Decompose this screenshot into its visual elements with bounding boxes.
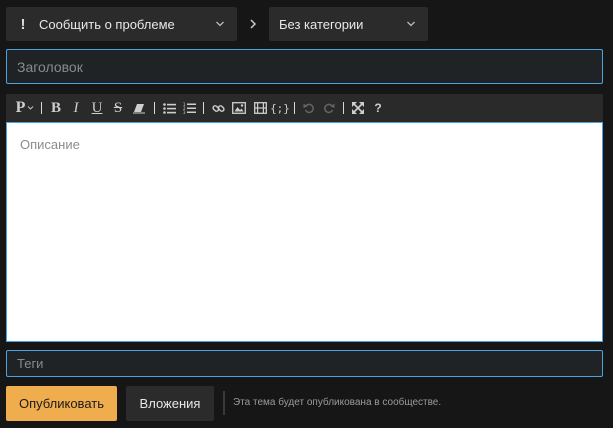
paragraph-format-button[interactable]: P — [13, 98, 37, 118]
clear-format-button[interactable] — [128, 98, 150, 118]
toolbar-separator — [203, 102, 204, 114]
insert-media-button[interactable] — [250, 98, 270, 118]
category-bar: ! Сообщить о проблеме Без категории — [6, 7, 606, 41]
help-label: ? — [374, 101, 382, 115]
editor-toolbar: P B I U S 1 2 3 {;} ? — [6, 94, 603, 122]
redo-button[interactable] — [319, 98, 339, 118]
title-input[interactable] — [6, 49, 603, 84]
attachments-button[interactable]: Вложения — [126, 386, 214, 421]
code-block-button[interactable]: {;} — [270, 98, 290, 118]
description-placeholder: Описание — [20, 137, 80, 152]
footer-divider — [223, 391, 225, 415]
subcategory-dropdown[interactable]: Без категории — [269, 7, 428, 41]
category-dropdown[interactable]: ! Сообщить о проблеме — [6, 7, 237, 41]
toolbar-separator — [343, 102, 344, 114]
strikethrough-button[interactable]: S — [108, 98, 128, 118]
italic-label: I — [73, 99, 79, 116]
undo-icon — [303, 103, 314, 114]
chevron-down-icon — [216, 21, 224, 27]
bullet-list-icon — [162, 102, 176, 114]
chevron-right-icon — [250, 19, 257, 29]
toolbar-separator — [41, 102, 42, 114]
description-editor[interactable]: Описание — [6, 122, 603, 342]
insert-link-button[interactable] — [208, 98, 228, 118]
bullet-list-button[interactable] — [159, 98, 179, 118]
underline-button[interactable]: U — [86, 98, 108, 118]
chevron-down-icon — [407, 21, 415, 27]
numbered-list-button[interactable]: 1 2 3 — [179, 98, 199, 118]
undo-button[interactable] — [299, 98, 319, 118]
help-button[interactable]: ? — [368, 98, 388, 118]
toolbar-separator — [294, 102, 295, 114]
toolbar-separator — [154, 102, 155, 114]
bold-button[interactable]: B — [46, 98, 66, 118]
underline-label: U — [91, 99, 103, 116]
eraser-icon — [133, 104, 145, 114]
chevron-down-icon — [28, 106, 34, 110]
strikethrough-label: S — [113, 99, 123, 116]
paragraph-format-label: P — [15, 99, 26, 116]
tags-input[interactable] — [6, 350, 603, 377]
exclamation-icon: ! — [20, 15, 26, 33]
expand-icon — [352, 102, 364, 114]
category-label: Сообщить о проблеме — [39, 16, 175, 32]
film-icon — [253, 102, 267, 114]
publish-button[interactable]: Опубликовать — [6, 386, 117, 421]
bold-label: B — [50, 99, 61, 116]
code-block-label: {;} — [270, 101, 290, 115]
link-icon — [211, 104, 225, 112]
redo-icon — [324, 103, 335, 114]
subcategory-label: Без категории — [279, 16, 364, 32]
svg-text:3: 3 — [183, 110, 186, 114]
publish-note: Эта тема будет опубликована в сообществе… — [233, 397, 442, 408]
fullscreen-button[interactable] — [348, 98, 368, 118]
numbered-list-icon: 1 2 3 — [183, 102, 196, 114]
image-icon — [232, 102, 246, 114]
insert-image-button[interactable] — [228, 98, 250, 118]
italic-button[interactable]: I — [66, 98, 86, 118]
